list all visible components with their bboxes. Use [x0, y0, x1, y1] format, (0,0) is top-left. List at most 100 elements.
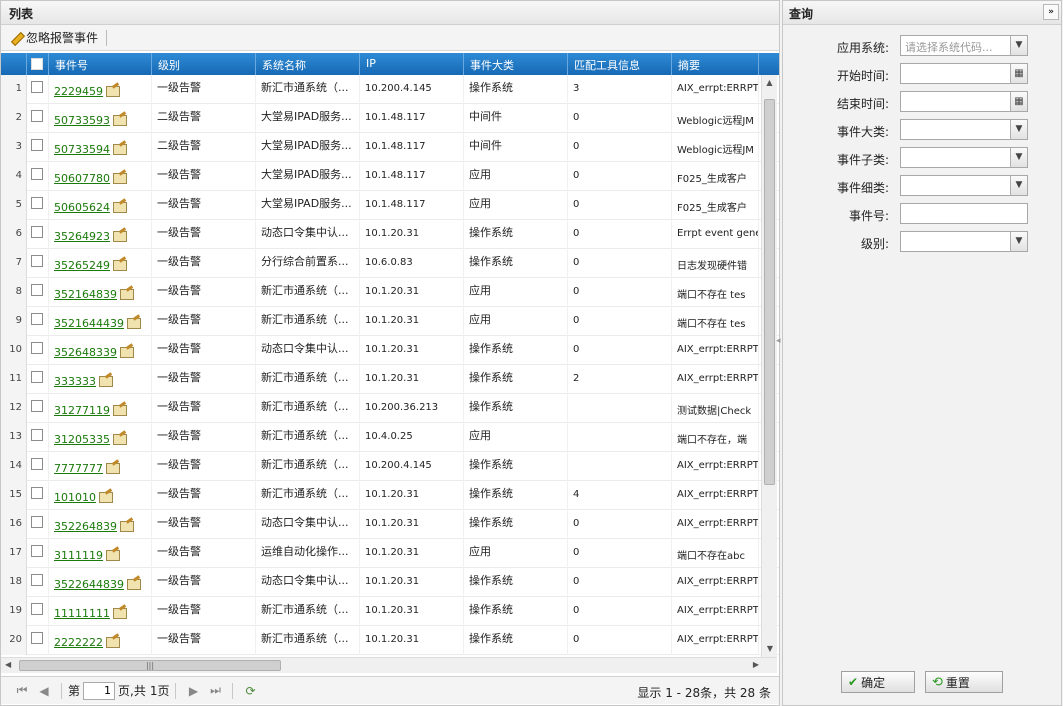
edit-note-icon[interactable] [111, 171, 127, 184]
row-checkbox[interactable] [27, 393, 49, 423]
table-row[interactable]: 10 352648339 一级告警 动态口令集中认... 10.1.20.31 操作系统 0… [1, 335, 779, 365]
query-field-input[interactable]: ▦ [900, 91, 1028, 112]
dropdown-arrow-icon[interactable]: ▼ [1010, 148, 1027, 167]
reset-button[interactable]: ⟲ 重置 [925, 671, 1003, 693]
table-row[interactable]: 8 352164839 一级告警 新汇市通系统（... 10.1.20.31 应用 0 端口不… [1, 277, 779, 307]
select-all-checkbox[interactable] [27, 53, 49, 75]
dropdown-arrow-icon[interactable]: ▼ [1010, 120, 1027, 139]
edit-note-icon[interactable] [118, 345, 134, 358]
table-row[interactable]: 19 11111111 一级告警 新汇市通系统（... 10.1.20.31 操作系统 0 A… [1, 596, 779, 626]
query-field-input[interactable] [900, 203, 1028, 224]
event-id-link[interactable]: 50733594 [54, 143, 110, 156]
row-checkbox[interactable] [27, 596, 49, 626]
vertical-scroll-thumb[interactable] [764, 99, 775, 485]
event-id-link[interactable]: 35264923 [54, 230, 110, 243]
table-row[interactable]: 18 3522644839 一级告警 动态口令集中认... 10.1.20.31 操作系统… [1, 567, 779, 597]
row-checkbox[interactable] [27, 190, 49, 220]
event-id-link[interactable]: 11111111 [54, 607, 110, 620]
query-field-input[interactable]: ▼ [900, 231, 1028, 252]
next-page-icon[interactable]: ▶ [182, 684, 204, 698]
event-id-link[interactable]: 3111119 [54, 549, 103, 562]
edit-note-icon[interactable] [104, 635, 120, 648]
table-row[interactable]: 1 2229459 一级告警 新汇市通系统（... 10.200.4.145 操作系统 3 A… [1, 74, 779, 104]
confirm-button[interactable]: ✔ 确定 [841, 671, 915, 693]
event-id-link[interactable]: 50605624 [54, 201, 110, 214]
event-id-link[interactable]: 35265249 [54, 259, 110, 272]
edit-note-icon[interactable] [118, 519, 134, 532]
horizontal-scroll-thumb[interactable]: ||| [19, 660, 281, 671]
query-field-input[interactable]: ▼ [900, 175, 1028, 196]
query-field-input[interactable]: 请选择系统代码... ▼ [900, 35, 1028, 56]
row-checkbox[interactable] [27, 538, 49, 568]
edit-note-icon[interactable] [125, 316, 141, 329]
vertical-scrollbar[interactable]: ▲ ▼ [761, 75, 777, 657]
row-checkbox[interactable] [27, 248, 49, 278]
col-header-category[interactable]: 事件大类 [464, 53, 568, 75]
prev-page-icon[interactable]: ◀ [33, 684, 55, 698]
event-id-link[interactable]: 101010 [54, 491, 96, 504]
table-row[interactable]: 5 50605624 一级告警 大堂易IPAD服务... 10.1.48.117 应用 0 F… [1, 190, 779, 220]
table-row[interactable]: 16 352264839 一级告警 动态口令集中认... 10.1.20.31 操作系统 0… [1, 509, 779, 539]
table-row[interactable]: 7 35265249 一级告警 分行综合前置系... 10.6.0.83 操作系统 0 日志发… [1, 248, 779, 278]
table-row[interactable]: 6 35264923 一级告警 动态口令集中认... 10.1.20.31 操作系统 0 Er… [1, 219, 779, 249]
row-checkbox[interactable] [27, 74, 49, 104]
event-id-link[interactable]: 333333 [54, 375, 96, 388]
table-row[interactable]: 12 31277119 一级告警 新汇市通系统（... 10.200.36.213 操作系… [1, 393, 779, 423]
table-row[interactable]: 4 50607780 一级告警 大堂易IPAD服务... 10.1.48.117 应用 0 F… [1, 161, 779, 191]
row-checkbox[interactable] [27, 132, 49, 162]
col-header-level[interactable]: 级别 [152, 53, 256, 75]
row-checkbox[interactable] [27, 509, 49, 539]
event-id-link[interactable]: 50733593 [54, 114, 110, 127]
edit-note-icon[interactable] [111, 432, 127, 445]
table-row[interactable]: 9 3521644439 一级告警 新汇市通系统（... 10.1.20.31 应用 0 端口… [1, 306, 779, 336]
row-checkbox[interactable] [27, 480, 49, 510]
row-checkbox[interactable] [27, 219, 49, 249]
edit-note-icon[interactable] [111, 606, 127, 619]
table-row[interactable]: 17 3111119 一级告警 运维自动化操作... 10.1.20.31 应用 0 端口不存… [1, 538, 779, 568]
row-checkbox[interactable] [27, 567, 49, 597]
event-id-link[interactable]: 352164839 [54, 288, 117, 301]
edit-note-icon[interactable] [111, 113, 127, 126]
first-page-icon[interactable]: ⏮ [11, 683, 33, 698]
event-id-link[interactable]: 3521644439 [54, 317, 124, 330]
table-row[interactable]: 13 31205335 一级告警 新汇市通系统（... 10.4.0.25 应用 端口不存在… [1, 422, 779, 452]
edit-note-icon[interactable] [111, 258, 127, 271]
calendar-icon[interactable]: ▦ [1010, 92, 1027, 111]
edit-note-icon[interactable] [111, 403, 127, 416]
event-id-link[interactable]: 3522644839 [54, 578, 124, 591]
calendar-icon[interactable]: ▦ [1010, 64, 1027, 83]
col-header-system[interactable]: 系统名称 [256, 53, 360, 75]
event-id-link[interactable]: 352648339 [54, 346, 117, 359]
row-checkbox[interactable] [27, 364, 49, 394]
table-row[interactable]: 14 7777777 一级告警 新汇市通系统（... 10.200.4.145 操作系统 A… [1, 451, 779, 481]
edit-note-icon[interactable] [97, 490, 113, 503]
dropdown-arrow-icon[interactable]: ▼ [1010, 232, 1027, 251]
ignore-alarm-button[interactable]: 忽略报警事件 [9, 29, 98, 46]
edit-note-icon[interactable] [111, 142, 127, 155]
col-header-ip[interactable]: IP [360, 53, 464, 75]
row-checkbox[interactable] [27, 422, 49, 452]
refresh-icon[interactable]: ⟳ [239, 684, 261, 698]
edit-note-icon[interactable] [97, 374, 113, 387]
collapse-panel-icon[interactable]: » [1043, 4, 1059, 20]
scroll-down-arrow-icon[interactable]: ▼ [762, 641, 778, 657]
col-header-event-id[interactable]: 事件号 [49, 53, 152, 75]
query-field-input[interactable]: ▼ [900, 147, 1028, 168]
scroll-right-arrow-icon[interactable]: ▶ [753, 660, 759, 669]
event-id-link[interactable]: 352264839 [54, 520, 117, 533]
col-header-match-info[interactable]: 匹配工具信息 [568, 53, 672, 75]
table-row[interactable]: 3 50733594 二级告警 大堂易IPAD服务... 10.1.48.117 中间件 0… [1, 132, 779, 162]
row-checkbox[interactable] [27, 306, 49, 336]
row-checkbox[interactable] [27, 625, 49, 655]
event-id-link[interactable]: 50607780 [54, 172, 110, 185]
event-id-link[interactable]: 2222222 [54, 636, 103, 649]
scroll-up-arrow-icon[interactable]: ▲ [762, 75, 777, 91]
query-field-input[interactable]: ▼ [900, 119, 1028, 140]
table-row[interactable]: 15 101010 一级告警 新汇市通系统（... 10.1.20.31 操作系统 4 AIX… [1, 480, 779, 510]
splitter-handle-icon[interactable]: ◂ [776, 336, 781, 346]
row-checkbox[interactable] [27, 161, 49, 191]
edit-note-icon[interactable] [104, 461, 120, 474]
edit-note-icon[interactable] [111, 229, 127, 242]
table-row[interactable]: 20 2222222 一级告警 新汇市通系统（... 10.1.20.31 操作系统 0 AI… [1, 625, 779, 655]
col-header-summary[interactable]: 摘要 [672, 53, 759, 75]
